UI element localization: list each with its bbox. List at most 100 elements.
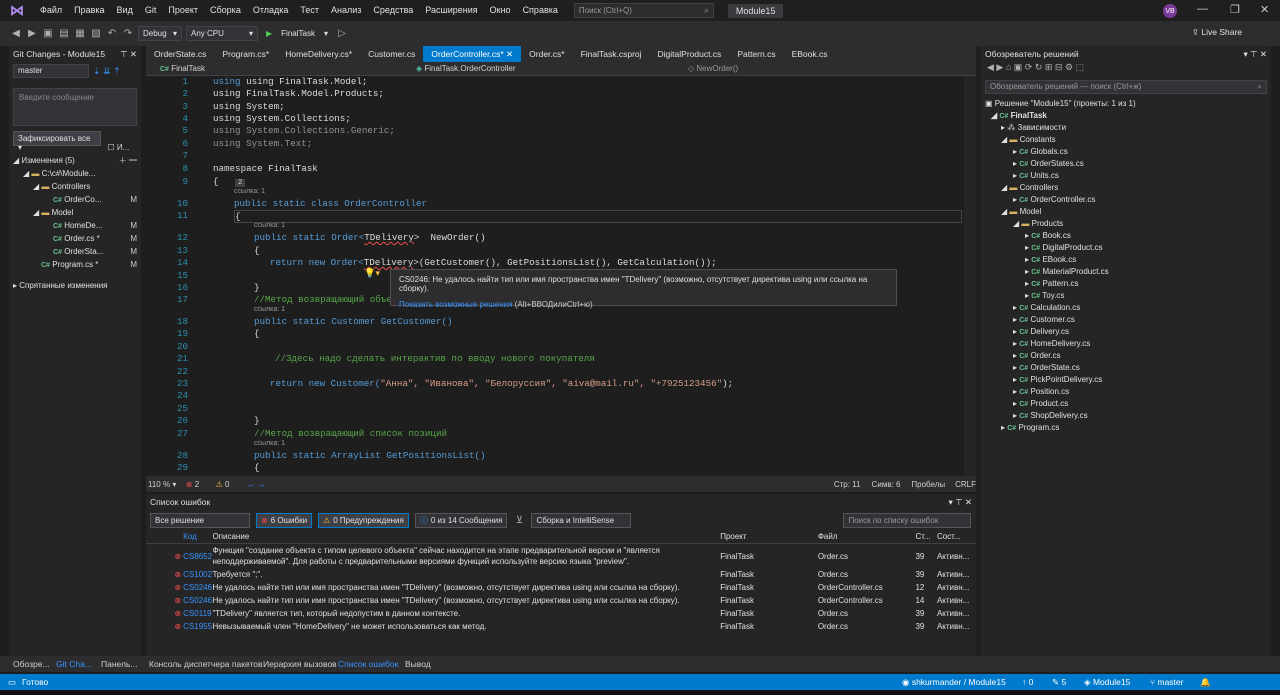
list-item[interactable]: ▸ C# Product.cs [981, 398, 1271, 410]
commit-message-input[interactable]: Введите сообщение [13, 88, 137, 126]
table-row[interactable]: ⊗ CS8652 Функция "создание объекта с типо… [146, 544, 976, 568]
avatar[interactable]: VB [1163, 4, 1177, 18]
tab-csproj[interactable]: FinalTask.csproj [573, 46, 650, 62]
list-item[interactable]: ◢ ▬ Products [981, 218, 1271, 230]
error-code[interactable]: CS8652 [181, 552, 212, 561]
codelens-references[interactable]: ссылка: 1 [254, 306, 285, 313]
commit-all-button[interactable]: Зафиксировать все ▾ [13, 131, 101, 152]
panel-controls-icon[interactable]: ▾ ⊤ ✕ [948, 497, 972, 508]
unpushed-commits[interactable]: ↑ 0 [1022, 677, 1052, 687]
live-share-button[interactable]: ⇪ Live Share [1192, 27, 1242, 38]
error-code[interactable]: CS0246 [181, 583, 212, 592]
close-icon[interactable]: ✕ [1260, 3, 1269, 16]
scope-select[interactable]: Все решение [150, 512, 250, 528]
pin-icon[interactable]: ▾ ⊤ ✕ [1243, 49, 1267, 60]
error-token[interactable]: TDelivery [364, 232, 414, 243]
list-item[interactable]: ▸ C# OrderState.cs [981, 362, 1271, 374]
nav-project-dropdown[interactable]: C# FinalTask [146, 64, 416, 73]
amend-checkbox[interactable]: ☐ И... [108, 143, 130, 152]
table-row[interactable]: ⊗ CS0246 Не удалось найти тип или имя прос… [146, 594, 976, 607]
tab-ordercontroller[interactable]: OrderController.cs* ✕ [423, 46, 522, 62]
codelens-references[interactable]: ссылка: 1 [234, 188, 265, 195]
menu-help[interactable]: Справка [517, 0, 564, 21]
configuration-select[interactable]: Debug ▾ [138, 26, 182, 41]
menu-analyze[interactable]: Анализ [325, 0, 367, 21]
warnings-filter-button[interactable]: ⚠ 0 Предупреждения [318, 512, 409, 528]
search-input[interactable]: Поиск (Ctrl+Q) ⌕ [573, 3, 714, 18]
solution-toolbar-icons[interactable]: ◀ ▶ ⌂ ▣ ⟳ ↻ ⊞ ⊟ ⚙ ⬚ [981, 62, 1271, 80]
list-item[interactable]: ▸ C# Position.cs [981, 386, 1271, 398]
fetch-pull-push-icons[interactable]: ⇣ ⇊ ⇡ [93, 66, 121, 77]
col-project[interactable]: Проект [720, 532, 818, 541]
codelens-references[interactable]: ссылка: 1 [254, 222, 285, 229]
menu-debug[interactable]: Отладка [247, 0, 295, 21]
tab-solution-explorer-short[interactable]: Обозре... [13, 659, 50, 669]
tab-program[interactable]: Program.cs* [214, 46, 277, 62]
list-item[interactable]: ▸ C# PickPointDelivery.cs [981, 374, 1271, 386]
tab-orderstate[interactable]: OrderState.cs [146, 46, 214, 62]
menu-view[interactable]: Вид [111, 0, 139, 21]
list-item[interactable]: ▸ C# Order.cs [981, 350, 1271, 362]
table-row[interactable]: ⊗ CS1002 Требуется ";". FinalTask Order.cs 3… [146, 568, 976, 581]
list-item[interactable]: ▸ C# Toy.cs [981, 290, 1271, 302]
list-item[interactable]: ▸ C# Book.cs [981, 230, 1271, 242]
nav-member-dropdown[interactable]: ◇ NewOrder() [688, 64, 738, 73]
col-state[interactable]: Сост... [937, 532, 976, 541]
list-item[interactable]: C# OrderCo... M [9, 193, 141, 206]
col-file[interactable]: Файл [818, 532, 916, 541]
nav-class-dropdown[interactable]: ◈ FinalTask.OrderController [416, 64, 688, 73]
list-item[interactable]: ▣ Решение "Module15" (проекты: 1 из 1) [981, 98, 1271, 110]
menu-extensions[interactable]: Расширения [419, 0, 483, 21]
errors-indicator[interactable]: ⊗ 2 [186, 480, 216, 489]
list-item[interactable]: C# Order.cs * M [9, 232, 141, 245]
list-item[interactable]: ▸ C# Globals.cs [981, 146, 1271, 158]
list-item[interactable]: ◢ C# FinalTask [981, 110, 1271, 122]
list-item[interactable]: C# HomeDe... M [9, 219, 141, 232]
list-item[interactable]: ▸ C# HomeDelivery.cs [981, 338, 1271, 350]
tree-root-folder[interactable]: ◢ ▬ C:\c#\Module... [9, 167, 141, 180]
list-item[interactable]: ▸ ⁂ Зависимости [981, 122, 1271, 134]
error-search-input[interactable]: Поиск по списку ошибок [843, 512, 972, 528]
tab-output[interactable]: Вывод [405, 659, 431, 669]
table-row[interactable]: ⊗ CS0246 Не удалось найти тип или имя прос… [146, 581, 976, 594]
branch-status[interactable]: ⑂ master [1150, 677, 1200, 687]
list-item[interactable]: ◢ ▬ Model [981, 206, 1271, 218]
col-code[interactable]: Код [181, 532, 212, 541]
error-code[interactable]: CS0119 [181, 609, 212, 618]
menu-build[interactable]: Сборка [204, 0, 247, 21]
list-item[interactable]: ◢ ▬ Controllers [981, 182, 1271, 194]
show-fixes-link[interactable]: Показать возможные решения [399, 300, 512, 309]
menu-project[interactable]: Проект [162, 0, 204, 21]
redo-icon[interactable]: ↷ [122, 28, 134, 39]
pending-changes[interactable]: ✎ 5 [1052, 677, 1084, 688]
error-code[interactable]: CS0246 [181, 596, 212, 605]
eol-indicator[interactable]: CRLF [955, 480, 976, 489]
repo-button[interactable]: ◉ shkurmander / Module15 [902, 677, 1022, 688]
tab-pattern[interactable]: Pattern.cs [729, 46, 783, 62]
menu-file[interactable]: Файл [34, 0, 68, 21]
tab-error-list[interactable]: Список ошибок [338, 659, 398, 669]
codelens-references[interactable]: ссылка: 1 [254, 440, 285, 447]
menu-git[interactable]: Git [139, 0, 163, 21]
error-token[interactable]: TDelivery [364, 257, 414, 268]
platform-select[interactable]: Any CPU ▾ [186, 26, 258, 41]
list-item[interactable]: ▸ C# OrderStates.cs [981, 158, 1271, 170]
maximize-icon[interactable]: ❐ [1230, 3, 1240, 16]
list-item[interactable]: ▸ C# Delivery.cs [981, 326, 1271, 338]
filter-icon[interactable]: ⊻ [513, 515, 525, 526]
forward-icon[interactable]: ▶ [26, 28, 38, 39]
error-code[interactable]: CS1955 [181, 622, 212, 631]
new-project-icon[interactable]: ▣ [42, 28, 54, 39]
list-item[interactable]: ▸ C# Units.cs [981, 170, 1271, 182]
list-item[interactable]: ◢ ▬ Constants [981, 134, 1271, 146]
start-debug-button[interactable]: ▶ FinalTask ▾ [262, 26, 332, 41]
menu-edit[interactable]: Правка [68, 0, 110, 21]
menu-tools[interactable]: Средства [367, 0, 419, 21]
table-row[interactable]: ⊗ CS0119 "TDelivery" является тип, который… [146, 607, 976, 620]
list-item[interactable]: C# OrderSta... M [9, 245, 141, 258]
back-icon[interactable]: ◀ [10, 28, 22, 39]
list-item[interactable]: ▸ C# Calculation.cs [981, 302, 1271, 314]
open-icon[interactable]: ▤ [58, 28, 70, 39]
stashed-changes-group[interactable]: ▸ Спрятанные изменения [9, 279, 141, 292]
error-code[interactable]: CS1002 [181, 570, 212, 579]
